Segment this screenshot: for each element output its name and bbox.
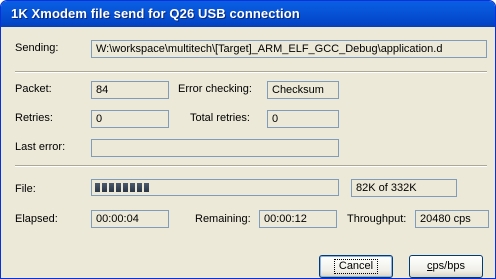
cps-bps-button[interactable]: cps/bps (409, 255, 483, 278)
cancel-button[interactable]: Cancel (319, 255, 393, 278)
cps-bps-button-label: cps/bps (427, 260, 465, 272)
transfer-dialog: 1K Xmodem file send for Q26 USB connecti… (0, 0, 496, 279)
window-title: 1K Xmodem file send for Q26 USB connecti… (11, 6, 300, 21)
last-error-field (91, 139, 339, 157)
throughput-label: Throughput: (347, 213, 407, 225)
progress-block (130, 183, 135, 192)
progress-block (144, 183, 149, 192)
sending-label: Sending: (15, 42, 59, 54)
throughput-field: 20480 cps (415, 210, 489, 228)
title-bar[interactable]: 1K Xmodem file send for Q26 USB connecti… (1, 1, 495, 27)
progress-block (102, 183, 107, 192)
last-error-label: Last error: (15, 141, 66, 153)
total-retries-field: 0 (267, 110, 339, 128)
error-checking-label: Error checking: (178, 83, 252, 95)
error-checking-field: Checksum (267, 81, 339, 99)
cancel-button-label: Cancel (333, 259, 379, 274)
remaining-label: Remaining: (195, 213, 251, 225)
packet-label: Packet: (15, 83, 52, 95)
sending-path-field: W:\workspace\multitech\[Target]_ARM_ELF_… (91, 40, 487, 58)
file-label: File: (15, 183, 36, 195)
elapsed-field: 00:00:04 (91, 210, 169, 228)
file-progress-bar (91, 179, 339, 196)
total-retries-label: Total retries: (190, 112, 250, 124)
progress-block (123, 183, 128, 192)
separator-top (15, 71, 487, 73)
packet-field: 84 (91, 81, 169, 99)
file-size-field: 82K of 332K (351, 179, 457, 197)
elapsed-label: Elapsed: (15, 213, 58, 225)
retries-field: 0 (91, 110, 169, 128)
progress-block (137, 183, 142, 192)
retries-label: Retries: (15, 112, 53, 124)
progress-block (109, 183, 114, 192)
progress-block (95, 183, 100, 192)
remaining-field: 00:00:12 (259, 210, 337, 228)
progress-block (116, 183, 121, 192)
separator-middle (15, 165, 487, 167)
